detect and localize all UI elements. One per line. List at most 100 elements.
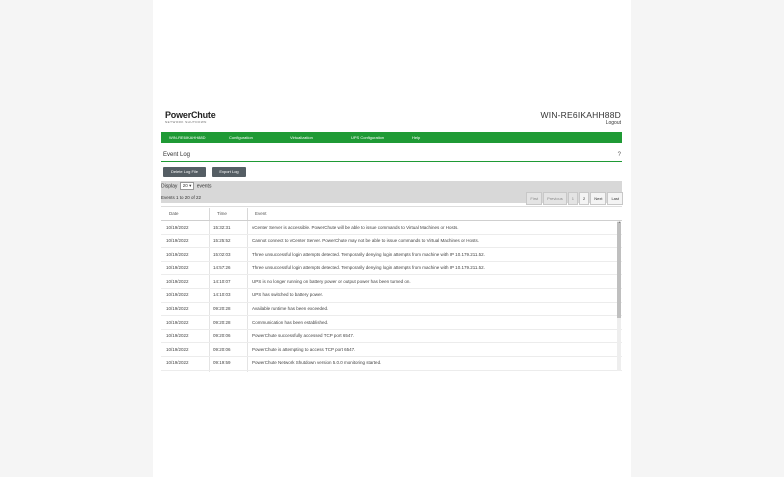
delete-log-button[interactable]: Delete Log File (163, 167, 206, 177)
display-count-row: Display 20 ▾ events (161, 182, 211, 190)
export-log-button[interactable]: Export Log (212, 167, 246, 177)
events-per-page-value: 20 (182, 183, 188, 188)
cell-date: 10/19/2022 (166, 346, 189, 352)
column-date[interactable]: Date (169, 211, 179, 216)
main-nav: WIN-RE6IKAHH88D Configuration Virtualiza… (161, 132, 622, 143)
cell-date: 10/19/2022 (166, 333, 189, 339)
cell-event: UPS is no longer running on battery powe… (252, 278, 411, 284)
cell-time: 09:19:59 (213, 360, 231, 366)
cell-time: 14:57:26 (213, 265, 231, 271)
cell-event: vCenter Server is accessible. PowerChute… (252, 224, 459, 230)
column-divider (247, 275, 248, 288)
events-per-page-select[interactable]: 20 ▾ (179, 182, 195, 190)
table-row: 10/19/2022 15:02:03 Three unsuccessful log… (161, 248, 622, 262)
cell-event: Available runtime has been exceeded. (252, 306, 329, 312)
scroll-up-arrow-icon[interactable]: ▲ (618, 220, 621, 224)
cell-time: 15:32:31 (213, 224, 231, 230)
event-log-table: Date Time Event 10/19/2022 15:32:31 vCente… (161, 206, 622, 372)
column-divider (209, 234, 210, 248)
column-divider (209, 356, 210, 370)
column-divider (209, 288, 210, 302)
table-row: 10/19/2022 14:10:03 UPS has switched to ba… (161, 288, 622, 303)
cell-event: PowerChute is attempting to access TCP p… (252, 346, 356, 352)
column-divider (209, 208, 210, 220)
logo-subtitle: NETWORK SHUTDOWN (165, 120, 207, 124)
column-divider (209, 261, 210, 275)
page-title: Event Log (163, 152, 191, 158)
cell-time: 09:20:28 (213, 306, 231, 312)
cell-event: PowerChute Network Shutdown version 5.0.… (252, 360, 382, 366)
column-divider (247, 288, 248, 302)
column-divider (209, 302, 210, 316)
cell-date: 10/19/2022 (166, 224, 189, 230)
powerchute-logo: PowerChute NETWORK SHUTDOWN (165, 110, 216, 124)
column-divider (209, 329, 210, 343)
table-row: 10/19/2022 15:25:52 Cannot connect to vCen… (161, 234, 622, 249)
cell-date: 10/19/2022 (166, 265, 189, 271)
cell-time: 14:10:07 (213, 278, 231, 284)
column-event[interactable]: Event (255, 211, 267, 216)
pager-previous[interactable]: Previous (543, 192, 567, 205)
table-row: 10/19/2022 09:19:59 PowerChute Network Shu… (161, 356, 622, 371)
pager-page-2[interactable]: 2 (578, 192, 590, 205)
table-header: Date Time Event (161, 207, 622, 221)
table-row: 10/19/2022 15:32:31 vCenter Server is acce… (161, 221, 622, 235)
column-divider (247, 302, 248, 316)
display-label: Display (161, 183, 178, 190)
events-count: Events 1 to 20 of 22 (161, 195, 202, 200)
cell-event: PowerChute successfully accessed TCP por… (252, 333, 355, 339)
column-divider (247, 221, 248, 234)
logout-link[interactable]: Logout (606, 120, 621, 126)
column-divider (247, 343, 248, 356)
table-row: 10/19/2022 09:20:28 Communication has been… (161, 316, 622, 330)
powerchute-app: PowerChute NETWORK SHUTDOWN WIN-RE6IKAHH… (161, 108, 623, 372)
column-divider (247, 329, 248, 343)
nav-item-ups-configuration[interactable]: UPS Configuration (351, 135, 384, 140)
cell-time: 09:20:28 (213, 319, 231, 325)
cell-time: 09:20:06 (213, 333, 231, 339)
cell-date: 10/19/2022 (166, 360, 189, 366)
pagination: First Previous 1 2 Next Last (526, 192, 623, 205)
pager-last[interactable]: Last (607, 192, 623, 205)
column-divider (247, 370, 248, 372)
column-divider (247, 261, 248, 275)
column-divider (209, 275, 210, 288)
column-divider (209, 370, 210, 372)
column-divider (209, 343, 210, 356)
table-body: 10/19/2022 15:32:31 vCenter Server is acce… (161, 221, 622, 372)
scrollbar-thumb[interactable] (617, 222, 621, 318)
cell-date: 10/19/2022 (166, 251, 189, 257)
nav-item-help[interactable]: Help (412, 135, 420, 140)
cell-event: Cannot connect to vCenter Server. PowerC… (252, 238, 480, 244)
column-divider (209, 316, 210, 329)
column-divider (209, 248, 210, 261)
column-divider (209, 221, 210, 234)
app-header: PowerChute NETWORK SHUTDOWN WIN-RE6IKAHH… (161, 108, 623, 132)
cell-time: 15:25:52 (213, 238, 231, 244)
pager-page-1[interactable]: 1 (567, 192, 578, 205)
table-row: 10/19/2022 09:20:28 Available runtime has … (161, 302, 622, 317)
table-row: 10/19/2022 09:20:06 PowerChute successfull… (161, 329, 622, 344)
pager-first[interactable]: First (526, 192, 543, 205)
nav-item-host[interactable]: WIN-RE6IKAHH88D (169, 135, 205, 140)
events-label: events (196, 183, 212, 190)
cell-date: 10/19/2022 (166, 278, 189, 284)
logo-name: PowerChute (165, 110, 216, 120)
column-divider (247, 248, 248, 261)
nav-item-virtualization[interactable]: Virtualization (290, 135, 313, 140)
cell-date: 10/19/2022 (166, 306, 189, 312)
table-row: 10/19/202209:19:58PowerChute successfull… (161, 370, 622, 372)
pager-next[interactable]: Next (590, 192, 607, 205)
table-row: 10/19/2022 14:57:26 Three unsuccessful log… (161, 261, 622, 276)
column-divider (247, 356, 248, 370)
cell-event: Three unsuccessful login attempts detect… (252, 251, 485, 257)
column-divider (247, 208, 248, 220)
cell-event: Communication has been established. (252, 319, 329, 325)
cell-date: 10/19/2022 (166, 292, 189, 298)
help-icon[interactable]: ? (618, 152, 621, 158)
cell-event: UPS has switched to battery power. (252, 292, 324, 298)
column-time[interactable]: Time (217, 211, 227, 216)
table-row: 10/19/2022 09:20:06 PowerChute is attempti… (161, 343, 622, 357)
cell-time: 09:20:06 (213, 346, 231, 352)
nav-item-configuration[interactable]: Configuration (229, 135, 253, 140)
